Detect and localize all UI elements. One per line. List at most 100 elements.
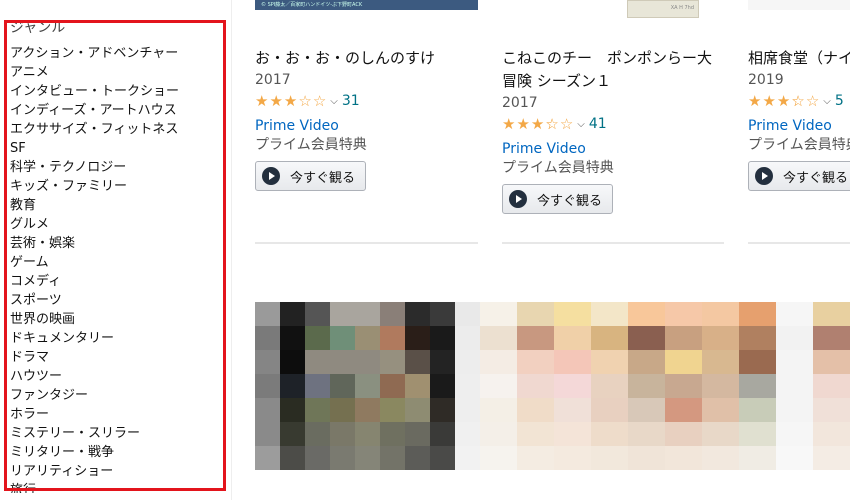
mosaic-tile — [591, 398, 628, 422]
rating[interactable]: ★ ★ ★ ☆ ☆ ⌵ 31 — [255, 90, 480, 112]
sidebar-heading: ジャンル — [10, 20, 66, 36]
genre-item[interactable]: インディーズ・アートハウス — [10, 101, 179, 120]
mosaic-tile — [330, 302, 355, 326]
star-icon: ★ — [283, 91, 298, 110]
genre-item[interactable]: 教育 — [10, 196, 179, 215]
video-title[interactable]: こねこのチー ポンポンらー大冒険 シーズン１ — [502, 47, 724, 93]
watch-now-button[interactable]: 今すぐ観る — [748, 161, 850, 191]
mosaic-tile — [702, 374, 739, 398]
mosaic-tile — [305, 446, 330, 470]
mosaic-tile — [665, 398, 702, 422]
mosaic-tile — [405, 350, 430, 374]
mosaic-tile — [355, 302, 380, 326]
card-separator — [255, 242, 478, 244]
video-title[interactable]: お・お・お・のしんのすけ — [255, 47, 480, 70]
watch-now-button[interactable]: 今すぐ観る — [255, 161, 367, 191]
mosaic-tile — [776, 398, 813, 422]
mosaic-tile — [591, 326, 628, 350]
mosaic-tile — [739, 302, 776, 326]
mosaic-tile — [813, 374, 850, 398]
rating-count[interactable]: 41 — [589, 116, 607, 132]
mosaic-tile — [665, 350, 702, 374]
genre-item[interactable]: グルメ — [10, 215, 179, 234]
chevron-down-icon[interactable]: ⌵ — [823, 96, 831, 107]
mosaic-tile — [255, 302, 280, 326]
prime-benefit-label: プライム会員特典 — [255, 137, 367, 153]
genre-item[interactable]: リアリティショー — [10, 462, 179, 481]
mosaic-tile — [628, 446, 665, 470]
genre-item[interactable]: エクササイズ・フィットネス — [10, 120, 179, 139]
video-thumbnail[interactable]: XA H 7hd — [627, 0, 699, 18]
mosaic-tile — [517, 446, 554, 470]
mosaic-tile — [554, 326, 591, 350]
prime-benefit-label: プライム会員特典 — [502, 160, 614, 176]
mosaic-tile — [702, 350, 739, 374]
genre-item[interactable]: ハウツー — [10, 367, 179, 386]
blurred-video-thumbnail[interactable] — [480, 302, 850, 470]
prime-video-link[interactable]: Prime Video — [502, 139, 724, 159]
video-thumbnail[interactable]: © SPI藤太／百家町ハンドイツ-ぶ下野町ACK — [255, 0, 478, 10]
mosaic-tile — [776, 446, 813, 470]
star-icon: ★ — [530, 114, 545, 133]
prime-video-link[interactable]: Prime Video — [748, 116, 850, 136]
genre-item[interactable]: 世界の映画 — [10, 310, 179, 329]
mosaic-tile — [628, 374, 665, 398]
chevron-down-icon[interactable]: ⌵ — [577, 119, 585, 130]
genre-item[interactable]: キッズ・ファミリー — [10, 177, 179, 196]
prime-video-link[interactable]: Prime Video — [255, 116, 480, 136]
mosaic-tile — [480, 398, 517, 422]
star-rating: ★ ★ ★ ☆ ☆ — [502, 114, 573, 133]
video-title[interactable]: 相席食堂（ナイ — [748, 47, 850, 70]
star-icon: ☆ — [545, 114, 559, 133]
rating[interactable]: ★ ★ ★ ☆ ☆ ⌵ 5 — [748, 90, 850, 112]
mosaic-tile — [813, 302, 850, 326]
rating[interactable]: ★ ★ ★ ☆ ☆ ⌵ 41 — [502, 113, 724, 135]
genre-item[interactable]: アニメ — [10, 63, 179, 82]
mosaic-tile — [405, 422, 430, 446]
star-icon: ☆ — [312, 91, 327, 110]
watch-now-button[interactable]: 今すぐ観る — [502, 184, 614, 214]
mosaic-tile — [480, 446, 517, 470]
blurred-video-thumbnail[interactable] — [255, 302, 480, 470]
release-year: 2019 — [748, 72, 784, 88]
genre-item[interactable]: 旅行 — [10, 481, 179, 493]
genre-item[interactable]: SF — [10, 139, 179, 158]
mosaic-tile — [702, 446, 739, 470]
release-year: 2017 — [502, 95, 538, 111]
video-thumbnail[interactable] — [748, 0, 850, 10]
genre-item[interactable]: ゲーム — [10, 253, 179, 272]
rating-count[interactable]: 5 — [835, 93, 844, 109]
mosaic-tile — [702, 302, 739, 326]
mosaic-tile — [330, 446, 355, 470]
mosaic-tile — [330, 422, 355, 446]
mosaic-tile — [628, 398, 665, 422]
mosaic-tile — [702, 326, 739, 350]
mosaic-tile — [330, 374, 355, 398]
genre-item[interactable]: ドラマ — [10, 348, 179, 367]
mosaic-tile — [628, 350, 665, 374]
mosaic-tile — [430, 446, 455, 470]
genre-item[interactable]: アクション・アドベンチャー — [10, 44, 179, 63]
genre-item[interactable]: 芸術・娯楽 — [10, 234, 179, 253]
genre-item[interactable]: インタビュー・トークショー — [10, 82, 179, 101]
watch-now-label: 今すぐ観る — [783, 170, 849, 186]
mosaic-tile — [776, 326, 813, 350]
mosaic-tile — [430, 302, 455, 326]
mosaic-tile — [330, 350, 355, 374]
rating-count[interactable]: 31 — [342, 93, 360, 109]
genre-item[interactable]: ミリタリー・戦争 — [10, 443, 179, 462]
mosaic-tile — [255, 422, 280, 446]
genre-item[interactable]: ミステリー・スリラー — [10, 424, 179, 443]
mosaic-tile — [355, 350, 380, 374]
genre-item[interactable]: ドキュメンタリー — [10, 329, 179, 348]
chevron-down-icon[interactable]: ⌵ — [330, 96, 338, 107]
video-card: 相席食堂（ナイ 2019 ★ ★ ★ ☆ ☆ ⌵ 5 Prime Video プライム会… — [748, 47, 850, 191]
genre-item[interactable]: ファンタジー — [10, 386, 179, 405]
mosaic-tile — [380, 374, 405, 398]
genre-item[interactable]: ホラー — [10, 405, 179, 424]
genre-item[interactable]: コメディ — [10, 272, 179, 291]
mosaic-tile — [455, 374, 480, 398]
genre-item[interactable]: スポーツ — [10, 291, 179, 310]
genre-item[interactable]: 科学・テクノロジー — [10, 158, 179, 177]
mosaic-tile — [380, 326, 405, 350]
